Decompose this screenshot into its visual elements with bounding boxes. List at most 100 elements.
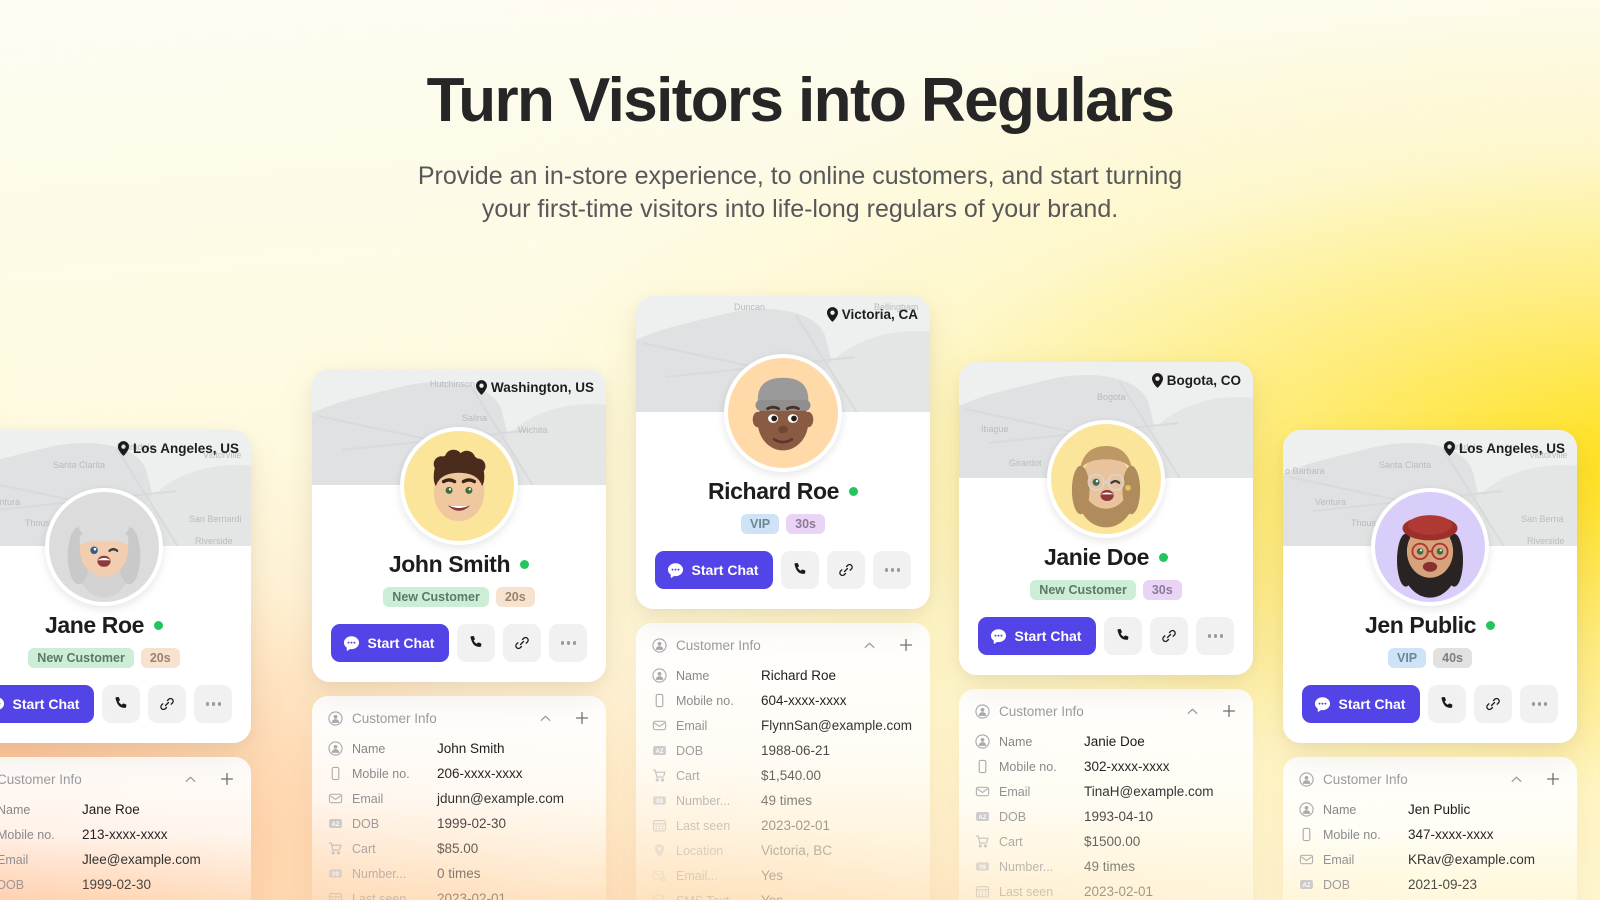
phone-icon	[1117, 628, 1129, 640]
more-options-button[interactable]	[194, 685, 233, 723]
plus-icon	[575, 711, 589, 725]
info-row[interactable]: Email FlynnSan@example.com	[652, 713, 914, 738]
info-row-value: Janie Doe	[1084, 734, 1145, 749]
call-button[interactable]	[781, 551, 820, 589]
copy-link-button[interactable]	[1150, 617, 1189, 655]
info-row-key: Name	[999, 734, 1033, 749]
profile-actions: Start Chat	[959, 617, 1253, 655]
customer-name: John Smith	[388, 551, 511, 577]
online-status-indicator	[1486, 621, 1496, 630]
plus-icon	[1546, 772, 1560, 786]
plus-icon	[220, 772, 234, 786]
avatar[interactable]	[400, 427, 518, 545]
status-badge: New Customer	[383, 587, 489, 607]
avatar[interactable]	[1371, 488, 1489, 606]
customer-tags: VIP 40s	[1283, 648, 1577, 668]
more-options-button[interactable]	[873, 551, 912, 589]
call-button[interactable]	[457, 624, 496, 662]
info-row[interactable]: Last seen 2023-02-01	[975, 879, 1237, 900]
info-row[interactable]: Name Richard Roe	[652, 663, 914, 688]
info-row-key: DOB	[676, 743, 704, 758]
call-button[interactable]	[102, 685, 141, 723]
info-row[interactable]: Mobile no. 347-xxxx-xxxx	[1299, 822, 1561, 847]
add-field-button[interactable]	[1545, 771, 1561, 787]
location-label: Washington, US	[476, 380, 594, 395]
copy-link-button[interactable]	[148, 685, 187, 723]
customer-info-panel: Customer Info Name Jane Roe Mobile no. 213-x…	[0, 757, 251, 900]
copy-link-button[interactable]	[1474, 685, 1513, 723]
info-row[interactable]: AZ DOB 1988-06-21	[652, 738, 914, 763]
collapse-panel-button[interactable]	[538, 711, 553, 726]
call-button[interactable]	[1428, 685, 1467, 723]
info-row[interactable]: Cart $85.00	[328, 836, 590, 861]
map-label: Riverside	[195, 536, 233, 546]
avatar[interactable]	[45, 488, 163, 606]
call-button[interactable]	[1104, 617, 1143, 655]
info-row[interactable]: 09 Number... 0 times	[328, 861, 590, 886]
info-row[interactable]: Location Victoria, BC	[652, 838, 914, 863]
info-row[interactable]: AZ DOB 2021-09-23	[1299, 872, 1561, 897]
info-row[interactable]: Cart $1500.00	[975, 829, 1237, 854]
customer-name-row: Jen Public	[1283, 612, 1577, 639]
add-field-button[interactable]	[219, 771, 235, 787]
info-row[interactable]: Name Jane Roe	[0, 797, 235, 822]
info-row[interactable]: Email TinaH@example.com	[975, 779, 1237, 804]
info-row-value: 2023-02-01	[437, 891, 507, 900]
start-chat-button[interactable]: Start Chat	[330, 624, 450, 662]
info-row[interactable]: Email jdunn@example.com	[328, 786, 590, 811]
collapse-panel-button[interactable]	[1509, 772, 1524, 787]
info-row[interactable]: Email Jlee@example.com	[0, 847, 235, 872]
info-row-value: 213-xxxx-xxxx	[82, 827, 168, 842]
info-row[interactable]: AZDOB1999-02-30	[0, 872, 235, 897]
info-row-value: 2023-02-01	[761, 818, 831, 833]
info-row[interactable]: Cart $1,540.00	[652, 763, 914, 788]
start-chat-button[interactable]: Start Chat	[0, 685, 95, 723]
info-row[interactable]: AZDOB1999-02-30	[328, 811, 590, 836]
info-row[interactable]: SMS Text Yes	[652, 888, 914, 900]
more-options-button[interactable]	[1196, 617, 1235, 655]
map-label: Ventura	[1315, 497, 1347, 507]
collapse-panel-button[interactable]	[183, 772, 198, 787]
avatar[interactable]	[1047, 420, 1165, 538]
info-row[interactable]: 09 Number... 49 times	[975, 854, 1237, 879]
info-row[interactable]: Mobile no. 213-xxxx-xxxx	[0, 822, 235, 847]
info-row[interactable]: Name Janie Doe	[975, 729, 1237, 754]
info-row[interactable]: Mobile no. 206-xxxx-xxxx	[328, 761, 590, 786]
copy-link-button[interactable]	[503, 624, 542, 662]
start-chat-button[interactable]: Start Chat	[977, 617, 1097, 655]
person-icon	[652, 637, 667, 653]
add-field-button[interactable]	[898, 637, 914, 653]
more-options-button[interactable]	[549, 624, 588, 662]
collapse-panel-button[interactable]	[1185, 704, 1200, 719]
status-badge: 40s	[1433, 648, 1472, 668]
info-row[interactable]: Name John Smith	[328, 736, 590, 761]
info-row[interactable]: Name Jen Public	[1299, 797, 1561, 822]
add-field-button[interactable]	[1221, 703, 1237, 719]
add-field-button[interactable]	[574, 710, 590, 726]
avatar[interactable]	[724, 354, 842, 472]
map-label: o Barbara	[1285, 466, 1325, 476]
link-icon	[1486, 697, 1501, 711]
more-options-button[interactable]	[1520, 685, 1559, 723]
info-row-value: KRav@example.com	[1408, 852, 1535, 867]
info-row[interactable]: Mobile no. 604-xxxx-xxxx	[652, 688, 914, 713]
info-row[interactable]: Email... Yes	[652, 863, 914, 888]
digits-icon: 09	[328, 866, 343, 881]
info-row[interactable]: Mobile no. 302-xxxx-xxxx	[975, 754, 1237, 779]
start-chat-button[interactable]: Start Chat	[654, 551, 774, 589]
customer-card-jane: BarbaraSanta ClaritaPalmdaleVictorvilleV…	[0, 430, 251, 900]
info-row[interactable]: Email KRav@example.com	[1299, 847, 1561, 872]
start-chat-button[interactable]: Start Chat	[1301, 685, 1421, 723]
calendar-icon	[652, 818, 667, 833]
info-row[interactable]: Last seen 2023-02-01	[652, 813, 914, 838]
info-row-key: DOB	[352, 816, 380, 831]
info-row[interactable]: 09 Number... 49 times	[652, 788, 914, 813]
info-row[interactable]: AZ DOB 1993-04-10	[975, 804, 1237, 829]
customer-tags: New Customer 30s	[959, 580, 1253, 600]
cart-icon	[652, 768, 667, 783]
chat-bubble-icon	[0, 697, 4, 709]
copy-link-button[interactable]	[827, 551, 866, 589]
person-icon	[1299, 771, 1314, 787]
collapse-panel-button[interactable]	[862, 638, 877, 653]
info-row[interactable]: Last seen 2023-02-01	[328, 886, 590, 900]
